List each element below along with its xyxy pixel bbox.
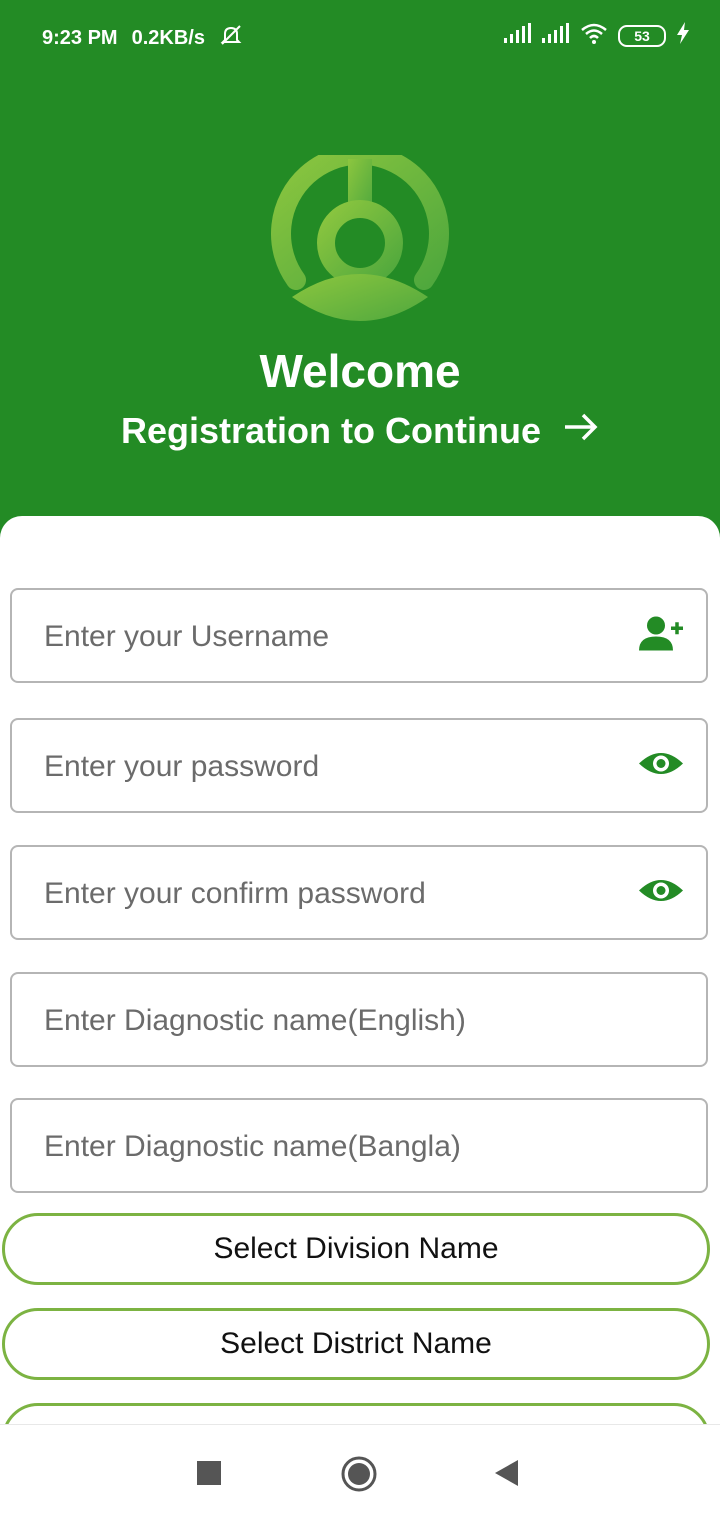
recents-square-icon[interactable]	[196, 1460, 222, 1491]
signal-icon	[542, 23, 570, 49]
add-user-icon	[638, 615, 684, 656]
status-time: 9:23 PM	[42, 26, 118, 49]
username-field[interactable]	[10, 588, 708, 683]
select-division-button[interactable]: Select Division Name	[2, 1213, 710, 1285]
signal-icon	[504, 23, 532, 49]
mute-icon	[219, 24, 243, 52]
confirm-password-field[interactable]	[10, 845, 708, 940]
charging-icon	[676, 22, 690, 50]
system-nav-bar	[0, 1424, 720, 1521]
app-logo	[271, 155, 449, 321]
select-division-label: Select Division Name	[213, 1232, 499, 1265]
back-triangle-icon[interactable]	[492, 1458, 520, 1493]
status-bar: 9:23 PM 0.2KB/s 53	[0, 0, 720, 72]
diagnostic-name-bangla-field[interactable]	[10, 1098, 708, 1193]
wifi-icon	[580, 22, 608, 50]
password-input[interactable]	[42, 720, 606, 813]
status-speed: 0.2KB/s	[131, 26, 205, 49]
diagnostic-name-english-field[interactable]	[10, 972, 708, 1067]
registration-subtitle: Registration to Continue	[121, 410, 541, 451]
arrow-right-icon[interactable]	[563, 410, 599, 452]
diagnostic-name-english-input[interactable]	[42, 974, 606, 1067]
welcome-title: Welcome	[259, 345, 461, 397]
battery-icon: 53	[618, 25, 666, 47]
eye-icon[interactable]	[638, 875, 684, 910]
header-banner: 9:23 PM 0.2KB/s 53 Welcome Registration …	[0, 0, 720, 560]
confirm-password-input[interactable]	[42, 847, 606, 940]
select-district-button[interactable]: Select District Name	[2, 1308, 710, 1380]
home-circle-icon[interactable]	[340, 1455, 378, 1498]
eye-icon[interactable]	[638, 748, 684, 783]
registration-link[interactable]: Registration to Continue	[0, 410, 720, 452]
password-field[interactable]	[10, 718, 708, 813]
diagnostic-name-bangla-input[interactable]	[42, 1100, 606, 1193]
username-input[interactable]	[42, 590, 606, 683]
select-district-label: Select District Name	[220, 1327, 492, 1360]
registration-form-card: Select Division Name Select District Nam…	[0, 516, 720, 1520]
